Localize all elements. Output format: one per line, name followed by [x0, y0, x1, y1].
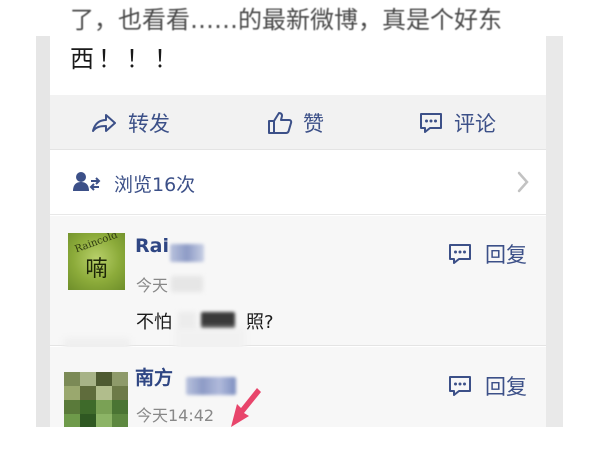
viewers-icon: [73, 172, 101, 191]
comment-bubble-icon: [420, 112, 442, 133]
reply-button[interactable]: 回复: [447, 239, 527, 269]
redacted-time: [171, 276, 203, 292]
pointer-arrow-icon: [231, 388, 261, 427]
like-button[interactable]: 赞: [267, 95, 324, 150]
post-action-bar: 转发 赞 评论: [50, 95, 546, 150]
redacted-name: [170, 244, 204, 262]
comment-time: 今天: [136, 276, 169, 295]
view-count-row[interactable]: 浏览16次: [50, 150, 546, 215]
like-label: 赞: [303, 111, 324, 136]
reply-button[interactable]: 回复: [447, 371, 527, 401]
comment-text: 不怕: [136, 312, 172, 333]
comment-button[interactable]: 评论: [418, 95, 496, 150]
thumbs-up-icon: [268, 111, 293, 134]
forward-button[interactable]: 转发: [90, 95, 170, 150]
redacted-text: [201, 312, 235, 329]
post-text-line-1: 了，也看看……的最新微博，真是个好东: [70, 6, 502, 34]
comment-item: 南方 今天14:42 回复: [50, 347, 546, 427]
comment-bubble-icon: [449, 244, 471, 264]
comment-text-end: 照?: [246, 312, 274, 333]
avatar-center-text: 喃: [85, 256, 108, 282]
commenter-name[interactable]: Rai: [135, 235, 169, 257]
commenter-name[interactable]: 南方: [135, 363, 173, 390]
post-text-line-2: 西！！！: [70, 45, 182, 73]
post-content: 了，也看看……的最新微博，真是个好东 西！！！: [50, 0, 546, 95]
screen-edge-right: [546, 36, 563, 427]
forward-label: 转发: [128, 111, 170, 136]
comment-item: Raincold 喃 Rai 今天 不怕 照? 回复: [50, 216, 546, 346]
screen-edge-left: [36, 36, 50, 427]
reply-label: 回复: [485, 375, 527, 399]
view-count-label: 浏览16次: [114, 174, 196, 196]
reply-label: 回复: [485, 243, 527, 267]
comment-label: 评论: [454, 111, 496, 136]
avatar[interactable]: Raincold 喃: [68, 233, 125, 290]
avatar[interactable]: [64, 372, 128, 427]
chevron-right-icon: [517, 171, 529, 193]
share-arrow-icon: [92, 113, 116, 132]
comment-bubble-icon: [449, 376, 471, 396]
